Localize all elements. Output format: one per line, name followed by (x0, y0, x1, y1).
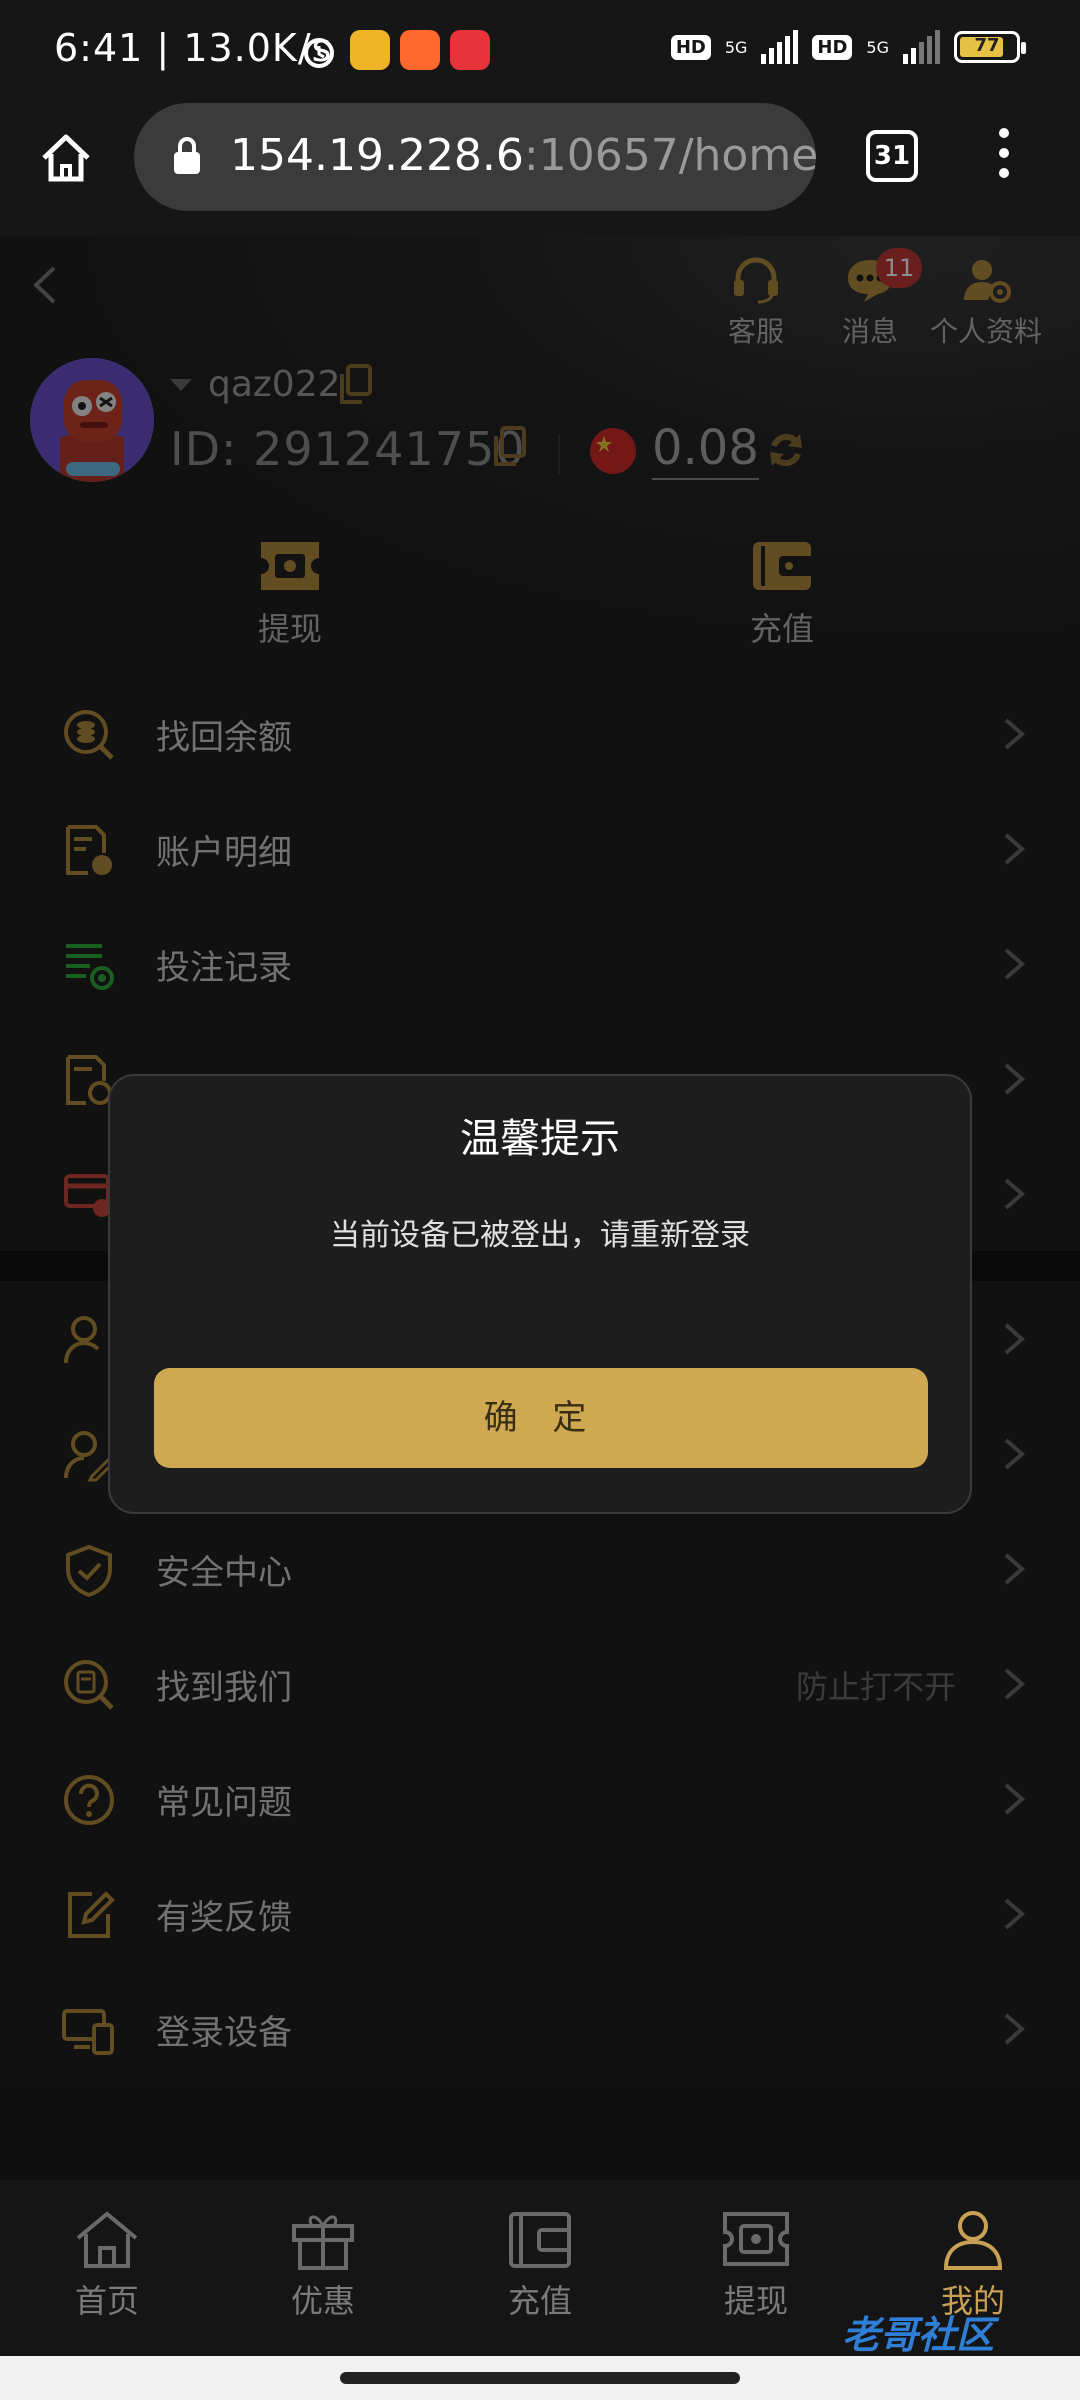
status-bar: 6:41 | 13.0K/s HD 5G HD 5G 77 (0, 0, 1080, 100)
network-label-2: 5G (866, 37, 889, 57)
home-icon[interactable] (38, 130, 94, 186)
browser-toolbar: 154.19.228.6:10657/home/m 31 (0, 100, 1080, 236)
more-menu-icon[interactable] (994, 128, 1014, 188)
tab-withdraw[interactable]: 提现 (681, 2208, 831, 2322)
tab-label: 优惠 (290, 2282, 355, 2320)
tab-promo[interactable]: 优惠 (248, 2208, 398, 2322)
ticket-icon (723, 2212, 789, 2266)
address-bar[interactable]: 154.19.228.6:10657/home/m (134, 103, 816, 211)
user-icon (943, 2211, 1003, 2270)
tab-label: 提现 (723, 2282, 788, 2320)
logout-notice-dialog: 温馨提示 当前设备已被登出，请重新登录 确 定 (108, 1074, 972, 1514)
home-indicator[interactable] (340, 2372, 740, 2384)
dialog-title: 温馨提示 (460, 1116, 620, 1162)
battery-icon: 77 (954, 31, 1026, 63)
xiaohongshu-app-icon (450, 30, 490, 70)
tab-label: 首页 (74, 2282, 139, 2320)
tab-home[interactable]: 首页 (32, 2208, 182, 2322)
confirm-button[interactable]: 确 定 (154, 1368, 928, 1468)
tab-label: 充值 (507, 2282, 572, 2320)
url-text: 154.19.228.6:10657/home/m (230, 130, 816, 181)
alarm-icon (300, 32, 338, 74)
hd-icon: HD (812, 34, 853, 60)
status-indicators: HD 5G HD 5G 77 (670, 30, 1026, 64)
dialog-message: 当前设备已被登出，请重新登录 (330, 1218, 750, 1253)
gift-icon (292, 2215, 354, 2270)
network-label-1: 5G (724, 37, 748, 57)
signal-icon (903, 30, 940, 64)
wallet-icon (509, 2212, 571, 2268)
bottom-tab-bar: 首页 优惠 充值 提现 我的 老哥社区 (0, 2180, 1080, 2357)
home-icon (76, 2211, 138, 2268)
lock-icon (172, 136, 202, 176)
status-time: 6:41 | 13.0K/s (54, 26, 333, 70)
gesture-bar (0, 2356, 1080, 2400)
hd-icon: HD (670, 34, 711, 60)
tab-deposit[interactable]: 充值 (465, 2208, 615, 2322)
kuaishou-app-icon (400, 30, 440, 70)
account-page: 客服 11 消息 个人资料 qaz022 ID: 291241750 0.08 … (0, 236, 1080, 2180)
tab-switcher-button[interactable]: 31 (866, 130, 918, 182)
weibo-app-icon (350, 30, 390, 70)
signal-icon (761, 30, 799, 64)
watermark-logo: 老哥社区 (842, 2313, 995, 2357)
